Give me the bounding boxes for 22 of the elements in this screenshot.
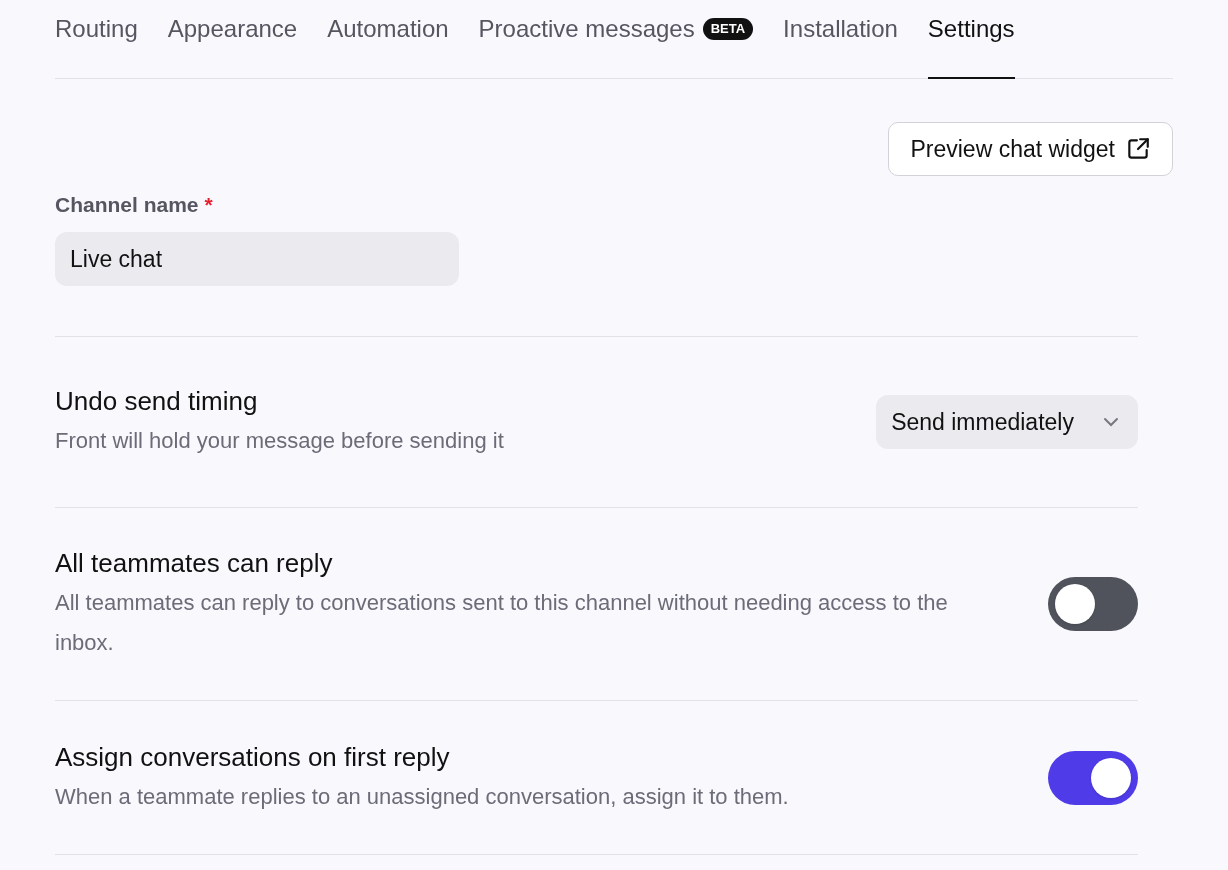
- undo-timing-dropdown[interactable]: Send immediately: [876, 395, 1138, 449]
- chevron-down-icon: [1102, 416, 1120, 428]
- toggle-switch[interactable]: [1048, 577, 1138, 631]
- preview-chat-widget-button[interactable]: Preview chat widget: [888, 122, 1173, 176]
- tab[interactable]: Settings: [927, 0, 1015, 79]
- channel-name-field[interactable]: Live chat: [55, 232, 459, 286]
- setting-title: All teammates can reply: [55, 547, 334, 580]
- setting-title: Undo send timing: [55, 385, 259, 418]
- required-mark: *: [204, 192, 213, 219]
- toggle-switch[interactable]: [1048, 750, 1138, 805]
- tab[interactable]: Automation: [327, 0, 449, 79]
- field-label: Channel name: [55, 192, 199, 219]
- setting-description: All teammates can reply to conversations sent to this channel without needing access to the inbox.: [55, 589, 949, 657]
- external-link-icon: [1125, 136, 1151, 162]
- tab[interactable]: Installation: [783, 0, 898, 79]
- tab[interactable]: Appearance: [167, 0, 298, 79]
- tab[interactable]: Proactive messages BETA: [478, 0, 754, 79]
- setting-description: Front will hold your message before sending it: [55, 427, 505, 455]
- tab[interactable]: Routing: [55, 0, 138, 79]
- setting-description: When a teammate replies to an unassigned conversation, assign it to them.: [55, 782, 790, 811]
- setting-title: Assign conversations on first reply: [55, 740, 451, 774]
- beta-badge: BETA: [702, 17, 754, 40]
